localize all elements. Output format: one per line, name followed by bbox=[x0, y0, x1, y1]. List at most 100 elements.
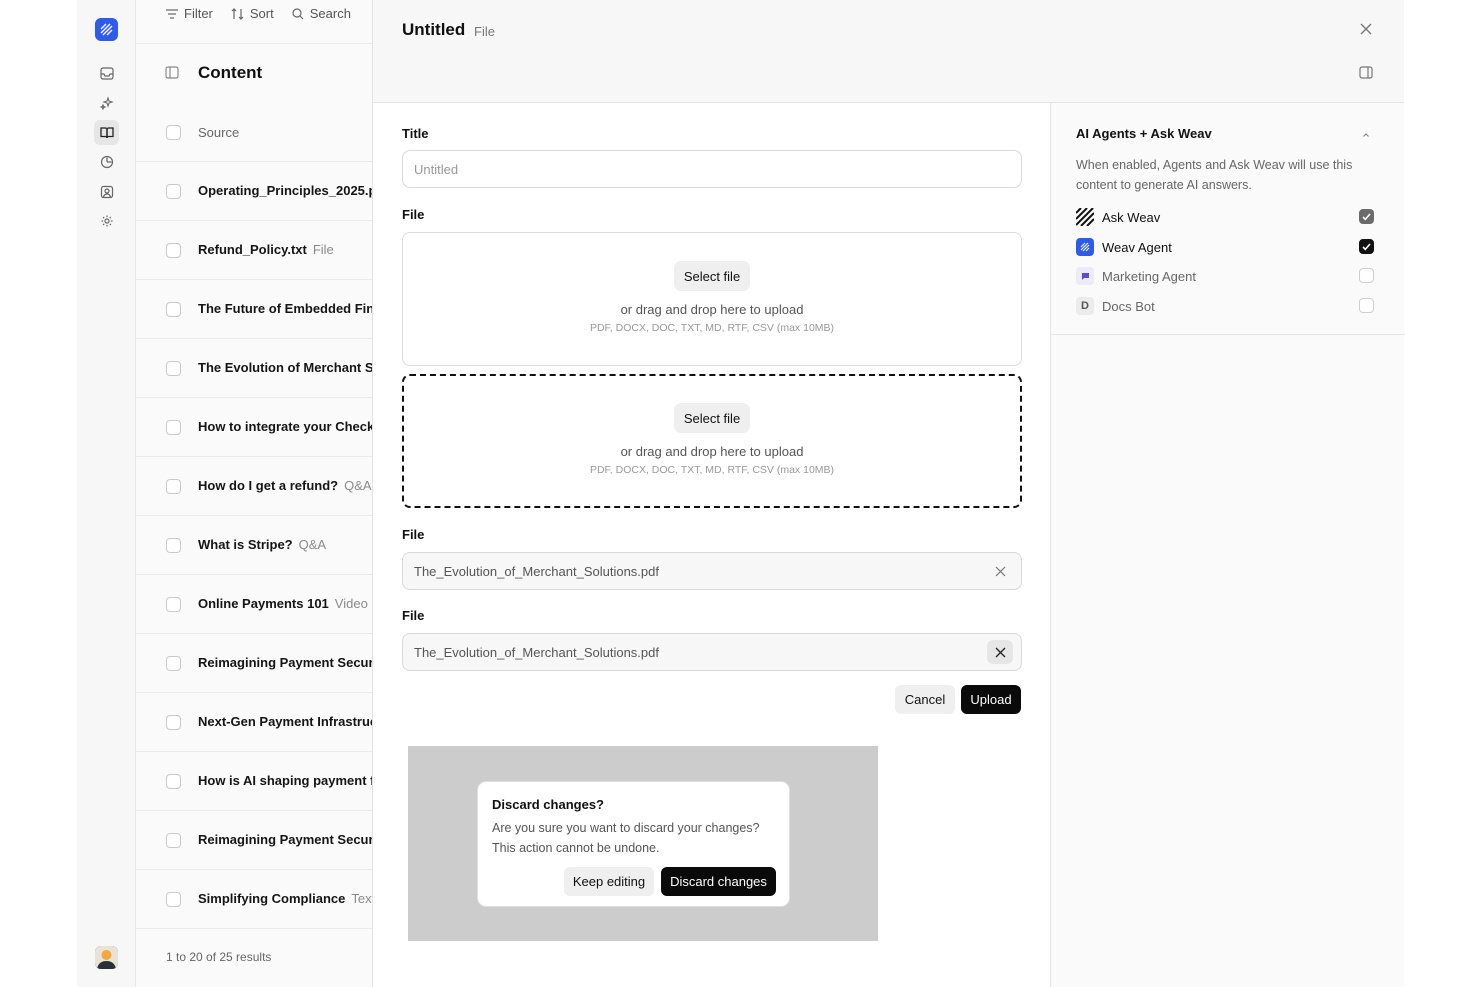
selected-file-name: The_Evolution_of_Merchant_Solutions.pdf bbox=[414, 563, 659, 579]
agent-name: Ask Weav bbox=[1102, 209, 1161, 225]
formats-text: PDF, DOCX, DOC, TXT, MD, RTF, CSV (max 1… bbox=[589, 322, 835, 334]
filter-icon bbox=[166, 8, 178, 19]
list-header: Source bbox=[136, 102, 372, 162]
list-item[interactable]: Reimagining Payment Security bbox=[136, 634, 372, 693]
list-item-name: Operating_Principles_2025.pdf bbox=[198, 183, 372, 198]
select-file-button[interactable]: Select file bbox=[674, 403, 750, 433]
file-dropzone[interactable]: Select file or drag and drop here to upl… bbox=[402, 232, 1022, 366]
file-dropzone-active[interactable]: Select file or drag and drop here to upl… bbox=[402, 374, 1022, 508]
drag-text: or drag and drop here to upload bbox=[620, 302, 804, 317]
row-checkbox[interactable] bbox=[166, 420, 181, 435]
row-checkbox[interactable] bbox=[166, 538, 181, 553]
weav-pattern-icon bbox=[1076, 208, 1094, 226]
list-item[interactable]: Online Payments 101 Video bbox=[136, 575, 372, 634]
remove-file-icon[interactable] bbox=[987, 559, 1013, 583]
agent-checkbox[interactable] bbox=[1359, 298, 1374, 313]
title-label: Title bbox=[402, 126, 429, 141]
list-item-name: Reimagining Payment Security bbox=[198, 655, 372, 670]
list-item-title: How do I get a refund? Q&A bbox=[198, 478, 372, 493]
search-button[interactable]: Search bbox=[292, 6, 351, 21]
clock-icon[interactable] bbox=[94, 149, 119, 174]
file-label: File bbox=[402, 207, 425, 222]
row-checkbox[interactable] bbox=[166, 597, 181, 612]
list-item[interactable]: Simplifying Compliance Text bbox=[136, 870, 372, 929]
select-file-button[interactable]: Select file bbox=[674, 261, 750, 291]
list-item-title: Simplifying Compliance Text bbox=[198, 891, 372, 906]
row-checkbox[interactable] bbox=[166, 302, 181, 317]
row-checkbox[interactable] bbox=[166, 656, 181, 671]
file-label: File bbox=[402, 527, 425, 542]
letter-d-icon: D bbox=[1076, 297, 1094, 315]
split-panel-icon[interactable] bbox=[1359, 66, 1373, 84]
row-checkbox[interactable] bbox=[166, 243, 181, 258]
avatar[interactable] bbox=[95, 946, 118, 969]
title-input[interactable]: Untitled bbox=[402, 150, 1022, 188]
search-icon bbox=[292, 7, 304, 19]
list-item[interactable]: How to integrate your Checkout bbox=[136, 398, 372, 457]
row-checkbox[interactable] bbox=[166, 184, 181, 199]
agent-checkbox[interactable] bbox=[1359, 239, 1374, 254]
list-item[interactable]: Operating_Principles_2025.pdf bbox=[136, 162, 372, 221]
keep-editing-button[interactable]: Keep editing bbox=[564, 867, 654, 896]
list-item-title: Reimagining Payment Security bbox=[198, 832, 372, 847]
row-checkbox[interactable] bbox=[166, 833, 181, 848]
book-icon[interactable] bbox=[94, 120, 119, 145]
chevron-up-icon[interactable] bbox=[1361, 127, 1371, 145]
sidebar-toggle-icon[interactable] bbox=[165, 66, 179, 84]
upload-button[interactable]: Upload bbox=[961, 685, 1021, 714]
list-item-name: Reimagining Payment Security bbox=[198, 832, 372, 847]
list-item-name: Refund_Policy.txt bbox=[198, 242, 307, 257]
list-item[interactable]: The Future of Embedded Finance bbox=[136, 280, 372, 339]
discard-changes-button[interactable]: Discard changes bbox=[661, 867, 776, 896]
list-item-name: The Future of Embedded Finance bbox=[198, 301, 372, 316]
row-checkbox[interactable] bbox=[166, 715, 181, 730]
filter-button[interactable]: Filter bbox=[166, 6, 213, 21]
gear-icon[interactable] bbox=[94, 208, 119, 233]
agent-name: Marketing Agent bbox=[1102, 268, 1196, 284]
row-checkbox[interactable] bbox=[166, 892, 181, 907]
agent-row-ask-weav: Ask Weav bbox=[1076, 207, 1376, 227]
sort-icon bbox=[231, 7, 244, 20]
agent-checkbox[interactable] bbox=[1359, 209, 1374, 224]
remove-file-icon[interactable] bbox=[987, 640, 1013, 664]
list-item-title: How is AI shaping payment flows bbox=[198, 773, 372, 788]
list-item-name: How do I get a refund? bbox=[198, 478, 339, 493]
row-checkbox[interactable] bbox=[166, 479, 181, 494]
list-item[interactable]: Reimagining Payment Security bbox=[136, 811, 372, 870]
list-item-name: Simplifying Compliance bbox=[198, 891, 346, 906]
list-item[interactable]: How is AI shaping payment flows bbox=[136, 752, 372, 811]
list-item[interactable]: The Evolution of Merchant Solutions bbox=[136, 339, 372, 398]
list-item-title: The Future of Embedded Finance bbox=[198, 301, 372, 316]
row-checkbox[interactable] bbox=[166, 774, 181, 789]
list-item[interactable]: Next-Gen Payment Infrastructure bbox=[136, 693, 372, 752]
agent-row-docs-bot: D Docs Bot bbox=[1076, 296, 1376, 316]
inbox-icon[interactable] bbox=[94, 61, 119, 86]
agent-name: Weav Agent bbox=[1102, 239, 1172, 255]
list-item-type: Video bbox=[334, 596, 368, 611]
upload-file-modal: Untitled File Title Untitled File Select… bbox=[372, 0, 1405, 987]
agents-section-title: AI Agents + Ask Weav bbox=[1076, 126, 1212, 141]
weav-agent-icon bbox=[1076, 238, 1094, 256]
list-item[interactable]: Refund_Policy.txt File bbox=[136, 221, 372, 280]
list-item-type: Text bbox=[351, 891, 372, 906]
page-title: Content bbox=[198, 63, 263, 82]
weav-logo-icon[interactable] bbox=[95, 18, 118, 41]
list-item-title: Next-Gen Payment Infrastructure bbox=[198, 714, 372, 729]
list-item[interactable]: How do I get a refund? Q&A bbox=[136, 457, 372, 516]
nav-rail bbox=[77, 0, 136, 987]
list-item-title: Refund_Policy.txt File bbox=[198, 242, 334, 257]
cancel-button[interactable]: Cancel bbox=[895, 685, 955, 714]
agents-section: AI Agents + Ask Weav When enabled, Agent… bbox=[1051, 103, 1405, 335]
agent-checkbox[interactable] bbox=[1359, 268, 1374, 283]
results-count: 1 to 20 of 25 results bbox=[166, 950, 272, 964]
close-icon[interactable] bbox=[1359, 22, 1373, 41]
selected-file-name: The_Evolution_of_Merchant_Solutions.pdf bbox=[414, 644, 659, 660]
list-item[interactable]: What is Stripe? Q&A bbox=[136, 516, 372, 575]
sort-button[interactable]: Sort bbox=[231, 6, 274, 21]
row-checkbox[interactable] bbox=[166, 361, 181, 376]
select-all-checkbox[interactable] bbox=[166, 125, 181, 140]
list-item-title: Operating_Principles_2025.pdf bbox=[198, 183, 372, 198]
contact-icon[interactable] bbox=[94, 179, 119, 204]
file-label: File bbox=[402, 608, 425, 623]
sparkle-icon[interactable] bbox=[94, 90, 119, 115]
